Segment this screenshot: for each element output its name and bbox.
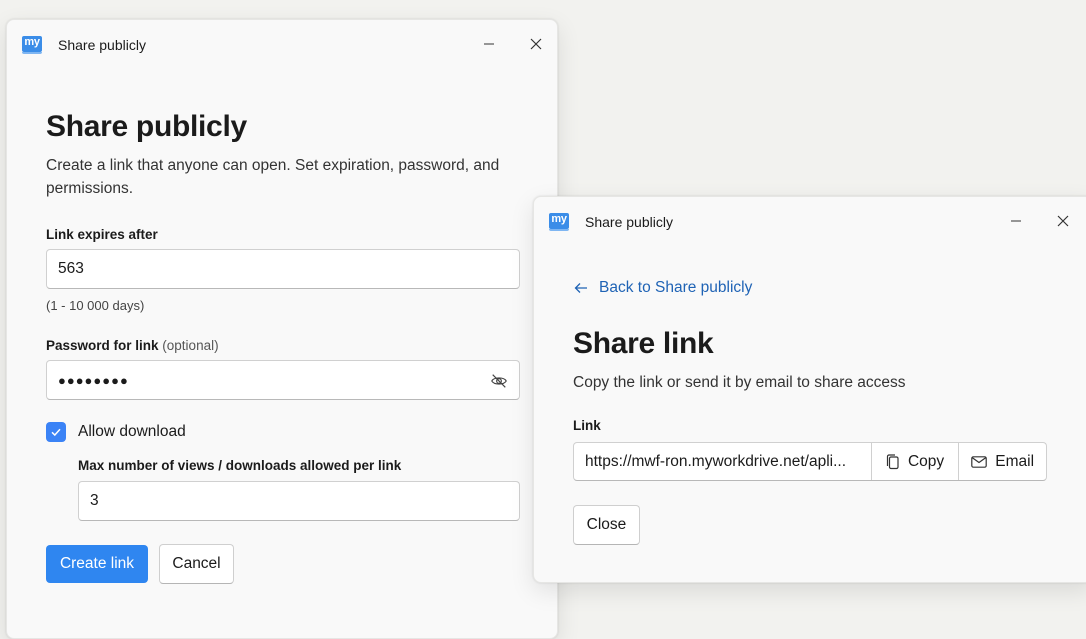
- page-description: Create a link that anyone can open. Set …: [46, 157, 500, 197]
- copy-button[interactable]: Copy: [870, 443, 959, 480]
- expires-value: 563: [58, 260, 84, 277]
- link-label: Link: [573, 418, 601, 433]
- minimize-button[interactable]: [477, 32, 501, 56]
- max-views-input[interactable]: 3: [78, 481, 520, 521]
- page-title: Share link: [573, 327, 714, 360]
- share-link-window: my Share publicly Back to Share publicly…: [533, 196, 1086, 583]
- close-icon: [1057, 215, 1069, 227]
- minimize-icon: [484, 43, 494, 45]
- close-icon: [530, 38, 542, 50]
- close-window-button[interactable]: [1051, 209, 1075, 233]
- email-button-label: Email: [995, 452, 1035, 470]
- link-input[interactable]: https://mwf-ron.myworkdrive.net/apli...: [574, 443, 871, 480]
- link-field-group: https://mwf-ron.myworkdrive.net/apli... …: [573, 442, 1047, 481]
- allow-download-label: Allow download: [78, 423, 186, 440]
- email-button[interactable]: Email: [958, 443, 1046, 480]
- expires-hint: (1 - 10 000 days): [46, 298, 145, 313]
- back-link[interactable]: Back to Share publicly: [574, 279, 752, 297]
- cancel-button[interactable]: Cancel: [159, 544, 234, 584]
- minimize-button[interactable]: [1004, 209, 1028, 233]
- title-bar: my Share publicly: [7, 20, 557, 68]
- app-logo: my: [549, 213, 569, 231]
- password-optional-text: (optional): [162, 338, 219, 353]
- mail-icon: [971, 455, 988, 468]
- max-views-label: Max number of views / downloads allowed …: [78, 458, 402, 473]
- back-link-label: Back to Share publicly: [599, 279, 753, 296]
- password-label-text: Password for link: [46, 338, 159, 353]
- expires-input[interactable]: 563: [46, 249, 520, 289]
- password-value: ●●●●●●●●: [58, 372, 129, 388]
- expires-label: Link expires after: [46, 227, 158, 242]
- copy-icon: [886, 453, 899, 469]
- share-publicly-window: my Share publicly Share publicly Create …: [6, 19, 558, 639]
- hide-password-icon[interactable]: [490, 372, 508, 390]
- allow-download-checkbox[interactable]: [46, 422, 66, 442]
- close-window-button[interactable]: [524, 32, 548, 56]
- password-label: Password for link (optional): [46, 338, 219, 353]
- max-views-value: 3: [90, 492, 99, 509]
- window-title: Share publicly: [58, 37, 146, 53]
- app-logo: my: [22, 36, 42, 54]
- minimize-icon: [1011, 220, 1021, 222]
- password-input[interactable]: ●●●●●●●●: [46, 360, 520, 400]
- create-link-button[interactable]: Create link: [46, 545, 148, 583]
- close-button[interactable]: Close: [573, 505, 640, 545]
- checkmark-icon: [51, 428, 61, 437]
- copy-button-label: Copy: [907, 452, 945, 470]
- window-title: Share publicly: [585, 214, 673, 230]
- page-title: Share publicly: [46, 110, 247, 143]
- title-bar: my Share publicly: [534, 197, 1086, 245]
- page-description: Copy the link or send it by email to sha…: [573, 374, 906, 391]
- arrow-left-icon: [574, 282, 588, 294]
